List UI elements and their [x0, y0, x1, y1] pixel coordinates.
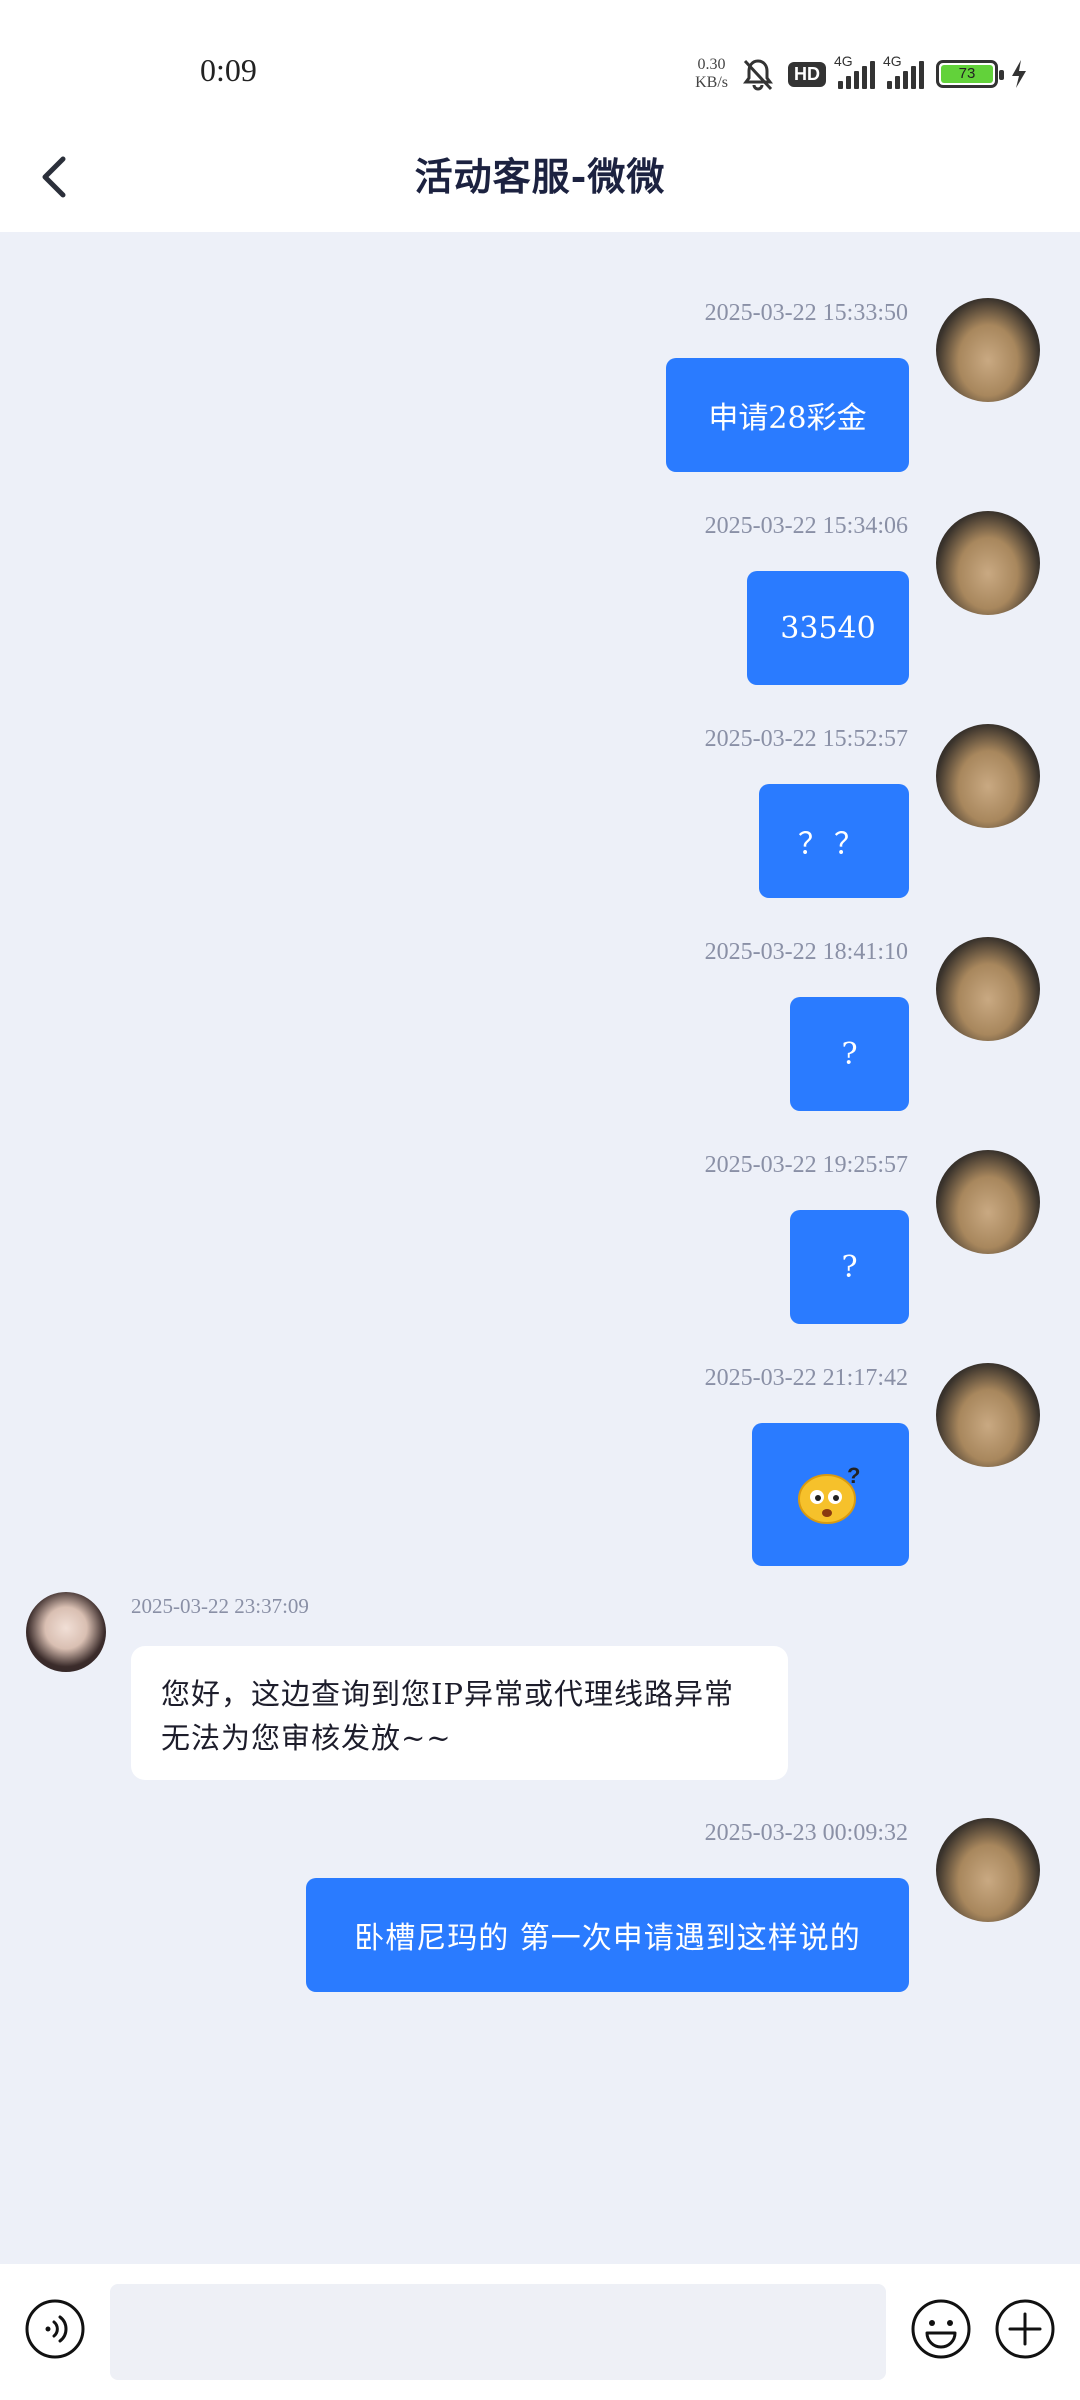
charging-icon — [1012, 60, 1026, 88]
message-bubble-incoming[interactable]: 您好，这边查询到您IP异常或代理线路异常无法为您审核发放~~ — [131, 1646, 788, 1780]
page-title: 活动客服-微微 — [414, 154, 666, 199]
message-time: 2025-03-22 21:17:42 — [704, 1365, 908, 1391]
message-input[interactable] — [110, 2284, 886, 2380]
voice-icon — [25, 2299, 85, 2359]
user-avatar[interactable] — [936, 298, 1040, 402]
message-bubble-outgoing[interactable]: 33540 — [747, 571, 909, 685]
status-time: 0:09 — [200, 52, 257, 88]
voice-button[interactable] — [24, 2298, 86, 2360]
signal-2-icon: 4G — [883, 53, 924, 89]
confused-face-sticker: ? — [797, 1463, 860, 1524]
plus-icon — [995, 2299, 1055, 2359]
status-bar: 0:09 0.30 KB/s HD 4G 4G 73 — [0, 0, 1080, 120]
message-bubble-outgoing[interactable]: ？？ — [759, 784, 909, 898]
status-icons: 0.30 KB/s HD 4G 4G 73 — [695, 53, 1028, 94]
message-time: 2025-03-22 19:25:57 — [704, 1152, 908, 1178]
message-bubble-outgoing[interactable]: 申请28彩金 — [666, 358, 909, 472]
message-bubble-outgoing[interactable]: ? — [790, 997, 909, 1111]
user-avatar[interactable] — [936, 511, 1040, 615]
user-avatar[interactable] — [936, 1150, 1040, 1254]
user-avatar[interactable] — [936, 1363, 1040, 1467]
user-avatar[interactable] — [936, 937, 1040, 1041]
message-time: 2025-03-23 00:09:32 — [704, 1820, 908, 1846]
message-time: 2025-03-22 23:37:09 — [131, 1594, 309, 1618]
more-button[interactable] — [994, 2298, 1056, 2360]
user-avatar[interactable] — [936, 1818, 1040, 1922]
battery-icon: 73 — [936, 60, 1004, 88]
emoji-icon — [911, 2299, 971, 2359]
message-time: 2025-03-22 18:41:10 — [704, 939, 908, 965]
network-speed: 0.30 KB/s — [695, 56, 728, 91]
input-bar — [0, 2264, 1080, 2400]
chat-message-list[interactable]: 2025-03-22 15:33:50 申请28彩金 2025-03-22 15… — [0, 232, 1080, 2264]
user-avatar[interactable] — [936, 724, 1040, 828]
svg-text:?: ? — [847, 1463, 860, 1488]
message-bubble-outgoing[interactable]: 卧槽尼玛的 第一次申请遇到这样说的 — [306, 1878, 909, 1992]
message-bubble-outgoing[interactable]: ? — [790, 1210, 909, 1324]
emoji-button[interactable] — [910, 2298, 972, 2360]
mute-bell-icon — [743, 59, 773, 91]
hd-badge: HD — [788, 61, 826, 87]
message-time: 2025-03-22 15:34:06 — [704, 513, 908, 539]
signal-1-icon: 4G — [834, 53, 875, 89]
message-bubble-outgoing[interactable]: ? — [752, 1423, 909, 1566]
chat-header: 活动客服-微微 — [0, 120, 1080, 232]
message-time: 2025-03-22 15:33:50 — [704, 300, 908, 326]
message-time: 2025-03-22 15:52:57 — [704, 726, 908, 752]
agent-avatar[interactable] — [26, 1592, 106, 1672]
battery-level: 73 — [941, 65, 993, 83]
